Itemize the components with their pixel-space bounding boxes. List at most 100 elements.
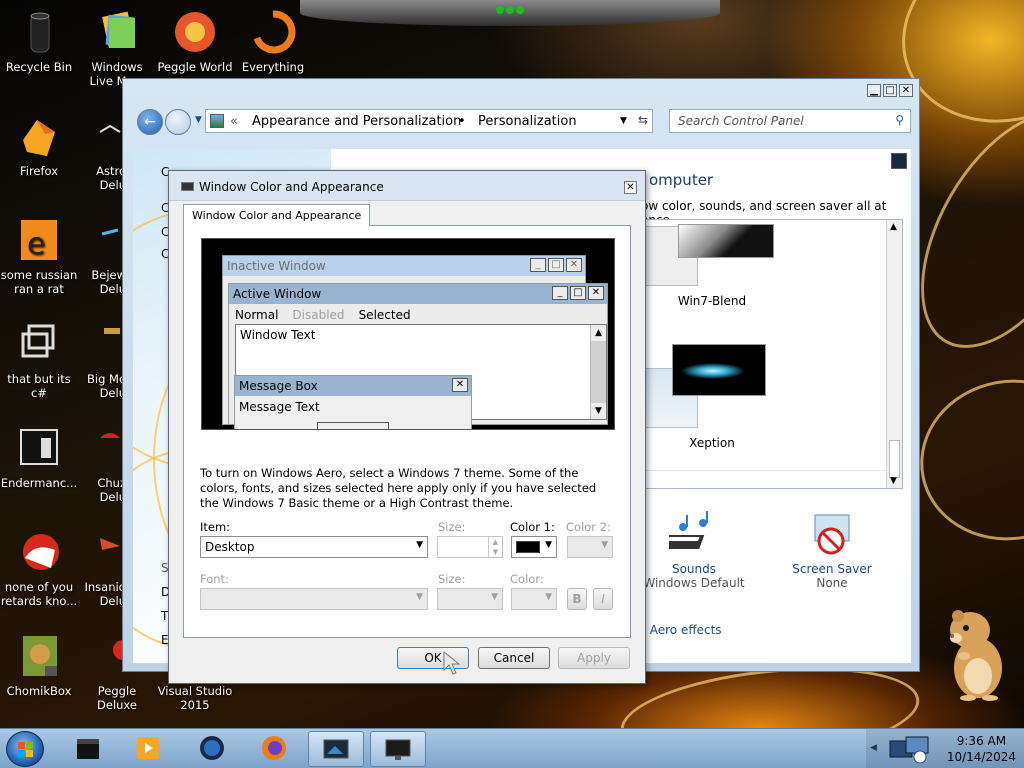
forward-button[interactable]	[165, 109, 191, 135]
chuzzle-icon	[98, 424, 122, 472]
desktop-icon-recycle-bin[interactable]: Recycle Bin	[0, 6, 78, 74]
italic-button: I	[593, 588, 613, 610]
taskbar-globe[interactable]	[184, 731, 240, 767]
theme-list-scrollbar[interactable]: ▲ ▼	[886, 220, 902, 488]
svg-text:e: e	[27, 227, 45, 262]
item-select[interactable]: Desktop ▼	[200, 536, 428, 558]
desktop-icon-that-but-csharp[interactable]: that but its c#	[0, 318, 78, 400]
cancel-button[interactable]: Cancel	[478, 647, 550, 669]
chevron-down-icon: ▼	[416, 540, 423, 550]
back-button[interactable]: ←	[137, 109, 163, 135]
big-money-icon	[98, 320, 122, 368]
chevron-down-icon: ▼	[601, 540, 608, 550]
desktop-icon-firefox[interactable]: Firefox	[0, 110, 78, 178]
font-size-select: ▼	[437, 588, 503, 610]
notification-area: ◀ 9:36 AM 10/14/2024	[866, 729, 1024, 768]
help-icon[interactable]	[891, 153, 907, 169]
page-heading: omputer	[649, 171, 714, 189]
sounds-icon	[663, 511, 708, 549]
taskbar-media-player[interactable]	[120, 731, 176, 767]
size-stepper[interactable]: ▲ ▼	[437, 536, 503, 558]
firefox-icon	[15, 112, 63, 160]
peggle-world-icon	[171, 8, 219, 56]
russian-rat-icon: e	[15, 216, 63, 264]
everything-icon	[249, 8, 297, 56]
theme-name-win7-blend[interactable]: Win7-Blend	[652, 294, 772, 308]
desktop-icon-insaniquarium[interactable]: Insaniq Delu	[78, 526, 126, 608]
item-label: Item:	[200, 520, 231, 534]
black-box-icon	[73, 735, 103, 761]
breadcrumb-appearance[interactable]: Appearance and Personalization	[252, 114, 461, 129]
personalization-icon	[321, 736, 351, 762]
address-dropdown-icon[interactable]: ▼	[620, 116, 627, 126]
search-input[interactable]: Search Control Panel ⚲	[669, 109, 911, 133]
apply-button: Apply	[558, 647, 630, 669]
desktop-icon-none-of-you[interactable]: none of you retards kno...	[0, 526, 78, 608]
desktop-icon-chuzzle[interactable]: Chuz Delu	[78, 422, 126, 504]
chevron-down-icon: ▼	[416, 592, 423, 602]
chevron-down-icon: ▼	[491, 592, 498, 602]
address-bar[interactable]: « Appearance and Personalization • Perso…	[205, 109, 653, 133]
hamster-image	[950, 610, 1002, 701]
desktop-icon-bejeweled[interactable]: Bejew Delu	[78, 214, 126, 296]
color1-swatch	[516, 541, 540, 553]
desktop-icon-everything[interactable]: Everything	[234, 6, 312, 74]
preview-scrollbar: ▲ ▼	[590, 325, 606, 419]
insaniquarium-icon	[98, 528, 122, 576]
appearance-preview[interactable]: Inactive Window _ □ ✕ Active Window _ □ ✕ No…	[201, 238, 615, 430]
taskbar: ◀ 9:36 AM 10/14/2024	[0, 728, 1024, 768]
theme-thumb-win7-blend[interactable]	[678, 224, 774, 258]
media-player-icon	[133, 735, 163, 761]
desktop-icon-russian-rat[interactable]: e some russian ran a rat	[0, 214, 78, 296]
chomikbox-icon	[15, 632, 63, 680]
desktop-icon-windows-live[interactable]: Windows Live Ma...	[78, 6, 156, 88]
taskbar-pinned-1[interactable]	[60, 731, 116, 767]
show-hidden-icons-icon[interactable]: ◀	[870, 743, 877, 753]
minimize-icon[interactable]: ▁	[867, 84, 881, 97]
tab-window-color[interactable]: Window Color and Appearance	[183, 204, 371, 226]
wallpaper-top-ornament	[300, 0, 720, 26]
screen-saver-setting[interactable]: Screen Saver None	[777, 511, 887, 590]
close-icon[interactable]: ✕	[899, 84, 913, 97]
system-clock[interactable]: 9:36 AM 10/14/2024	[947, 733, 1016, 765]
dialog-close-button[interactable]: ✕	[624, 181, 637, 194]
firefox-icon	[259, 735, 289, 761]
window-color-dialog: Window Color and Appearance ✕ Window Col…	[168, 170, 646, 684]
font-color-picker: ▼	[511, 588, 557, 610]
taskbar-personalization[interactable]	[308, 731, 364, 767]
dialog-app-icon	[181, 182, 194, 191]
desktop-icon-chomikbox[interactable]: ChomikBox	[0, 630, 78, 698]
recent-pages-icon[interactable]: ▼	[195, 115, 202, 125]
none-of-you-icon	[15, 528, 63, 576]
mouse-cursor-icon	[443, 651, 461, 675]
bejeweled-icon	[98, 216, 122, 264]
desktop-icon-astro[interactable]: Astro Delu	[78, 110, 126, 192]
chevron-down-icon: ▼	[545, 592, 552, 602]
size-label: Size:	[438, 520, 466, 534]
desktop-icon-peggle-world[interactable]: Peggle World	[156, 6, 234, 74]
window-color-icon	[383, 736, 413, 762]
preview-message-box: Message Box ✕ Message Text OK	[234, 375, 472, 429]
search-icon[interactable]: ⚲	[895, 113, 904, 127]
windows-live-icon	[93, 8, 141, 56]
tab-panel: Inactive Window _ □ ✕ Active Window _ □ ✕ No…	[183, 225, 631, 638]
theme-name-xeption[interactable]: Xeption	[652, 436, 772, 450]
breadcrumb-personalization[interactable]: Personalization	[478, 114, 577, 129]
font-select: ▼	[200, 588, 428, 610]
sounds-setting[interactable]: Sounds Windows Default	[639, 511, 749, 590]
font-label: Font:	[200, 572, 229, 586]
desktop-icon-endermanch[interactable]: Endermanc...	[0, 422, 78, 490]
aero-effects-link[interactable]: r Aero effects	[641, 623, 722, 637]
taskbar-firefox[interactable]	[246, 731, 302, 767]
dialog-titlebar[interactable]: Window Color and Appearance ✕	[169, 171, 645, 201]
taskbar-window-color[interactable]	[370, 731, 426, 767]
network-icon[interactable]	[888, 733, 932, 765]
color1-picker[interactable]: ▼	[511, 536, 557, 558]
start-button[interactable]	[6, 731, 44, 767]
refresh-icon[interactable]: ⇆	[638, 113, 648, 127]
theme-thumb-xeption[interactable]	[672, 344, 766, 396]
maximize-icon[interactable]: □	[883, 84, 897, 97]
preview-menu: Normal Disabled Selected	[235, 308, 411, 322]
desktop-icon-big-money[interactable]: Big Mo Delu	[78, 318, 126, 400]
endermanch-icon	[15, 424, 63, 472]
